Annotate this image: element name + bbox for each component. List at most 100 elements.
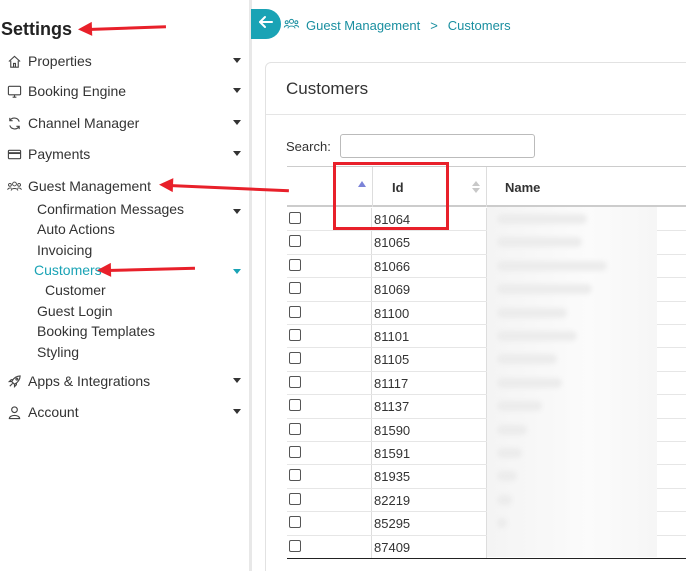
select-cell <box>287 348 372 371</box>
redacted-name-bar <box>497 307 567 318</box>
table-header: Id Name <box>287 166 686 207</box>
users-icon <box>283 17 300 34</box>
sidebar-item-label: Account <box>28 404 79 420</box>
sidebar-item-label: Apps & Integrations <box>28 373 151 389</box>
users-icon <box>5 178 23 194</box>
row-checkbox[interactable] <box>289 258 301 271</box>
sidebar-item-guest-management[interactable]: Guest Management <box>0 175 250 197</box>
row-checkbox[interactable] <box>289 329 301 341</box>
sort-icon <box>472 181 480 193</box>
chevron-down-icon[interactable] <box>233 120 241 125</box>
redacted-name-bar <box>497 448 522 458</box>
rocket-icon <box>5 373 23 389</box>
sidebar-title: Settings <box>1 19 73 39</box>
select-cell <box>287 301 372 324</box>
sidebar-subitem-customer[interactable]: Customer <box>45 282 106 298</box>
chevron-down-icon[interactable] <box>233 409 241 414</box>
sidebar-subitem-styling[interactable]: Styling <box>37 344 79 360</box>
chevron-down-icon[interactable] <box>233 269 241 274</box>
search-input[interactable] <box>340 134 535 158</box>
row-checkbox[interactable] <box>289 375 301 388</box>
sidebar-scrollbar[interactable] <box>249 0 252 571</box>
id-cell: 81590 <box>373 418 487 441</box>
chevron-down-icon[interactable] <box>233 88 241 93</box>
id-column-header[interactable]: Id <box>373 167 487 207</box>
home-icon <box>5 53 23 69</box>
search-label: Search: <box>286 139 331 154</box>
id-cell: 81100 <box>373 301 487 324</box>
column-label: Id <box>392 179 404 195</box>
credit-card-icon <box>5 146 23 162</box>
select-cell <box>287 231 372 254</box>
select-cell <box>287 512 372 535</box>
user-icon <box>5 404 23 420</box>
sidebar-subitem-customers[interactable]: Customers <box>34 262 102 278</box>
id-cell: 81105 <box>373 348 487 371</box>
select-cell <box>287 465 372 488</box>
redacted-name-bar <box>497 237 582 248</box>
sidebar-item-account[interactable]: Account <box>0 401 250 423</box>
chevron-down-icon[interactable] <box>233 58 241 63</box>
table-bottom-border <box>287 558 686 559</box>
row-checkbox[interactable] <box>289 469 301 482</box>
sidebar-subitem-booking-templates[interactable]: Booking Templates <box>37 323 155 339</box>
redacted-name-bar <box>497 471 517 482</box>
row-checkbox[interactable] <box>289 305 301 318</box>
select-column-header[interactable] <box>287 167 373 207</box>
collapse-sidebar-button[interactable] <box>251 9 281 39</box>
sidebar-item-channel-manager[interactable]: Channel Manager <box>0 112 250 134</box>
row-checkbox[interactable] <box>289 235 301 248</box>
sidebar-item-booking-engine[interactable]: Booking Engine <box>0 80 250 102</box>
sidebar-item-label: Guest Management <box>28 178 151 194</box>
id-cell: 85295 <box>373 512 487 535</box>
id-cell: 81065 <box>373 231 487 254</box>
sort-asc-icon <box>358 181 366 187</box>
row-checkbox[interactable] <box>289 212 301 224</box>
sidebar-subitem-confirmation-messages[interactable]: Confirmation Messages <box>37 201 184 217</box>
breadcrumb-section-link[interactable]: Guest Management <box>306 18 420 33</box>
id-cell: 81069 <box>373 278 487 301</box>
select-cell <box>287 278 372 301</box>
select-cell <box>287 488 372 512</box>
sidebar-item-label: Channel Manager <box>28 115 140 131</box>
name-column-header[interactable]: Name <box>487 167 686 207</box>
breadcrumb: Guest Management > Customers <box>283 17 511 34</box>
redacted-name-bar <box>497 494 512 505</box>
chevron-down-icon[interactable] <box>233 378 241 383</box>
select-cell <box>287 535 372 558</box>
sidebar-item-apps-integrations[interactable]: Apps & Integrations <box>0 370 250 392</box>
column-label: Name <box>505 179 541 195</box>
row-checkbox[interactable] <box>289 446 301 458</box>
redacted-name-bar <box>497 284 592 295</box>
sidebar-subitem-invoicing[interactable]: Invoicing <box>37 242 92 258</box>
redacted-name-bar <box>497 260 607 271</box>
sidebar-subitem-auto-actions[interactable]: Auto Actions <box>37 221 115 237</box>
arrow-left-icon <box>257 13 275 36</box>
id-cell: 81935 <box>373 465 487 488</box>
chevron-down-icon[interactable] <box>233 209 241 214</box>
sidebar-item-label: Payments <box>28 146 91 162</box>
row-checkbox[interactable] <box>289 539 301 552</box>
select-cell <box>287 371 372 395</box>
breadcrumb-current-page[interactable]: Customers <box>448 18 511 33</box>
row-checkbox[interactable] <box>289 492 301 505</box>
sidebar-subitem-guest-login[interactable]: Guest Login <box>37 303 113 319</box>
select-cell <box>287 325 372 348</box>
id-cell: 81117 <box>373 371 487 395</box>
id-cell: 82219 <box>373 488 487 512</box>
row-checkbox[interactable] <box>289 422 301 435</box>
redacted-name-bar <box>497 354 557 365</box>
id-cell: 81137 <box>373 395 487 418</box>
id-cell: 81591 <box>373 442 487 465</box>
select-cell <box>287 418 372 441</box>
sidebar-item-payments[interactable]: Payments <box>0 143 250 165</box>
select-cell <box>287 254 372 278</box>
redacted-name-bar <box>497 214 587 224</box>
row-checkbox[interactable] <box>289 282 301 295</box>
row-checkbox[interactable] <box>289 399 301 412</box>
id-cell: 81101 <box>373 325 487 348</box>
sidebar-item-properties[interactable]: Properties <box>0 50 250 72</box>
row-checkbox[interactable] <box>289 352 301 365</box>
row-checkbox[interactable] <box>289 516 301 529</box>
chevron-down-icon[interactable] <box>233 151 241 156</box>
